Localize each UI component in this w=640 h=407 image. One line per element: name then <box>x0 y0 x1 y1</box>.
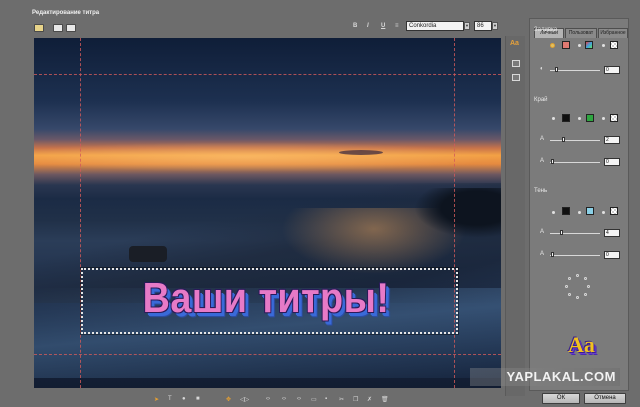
text-tool-icon[interactable]: T <box>168 396 172 402</box>
direction-dot[interactable] <box>576 296 579 299</box>
fill-opacity-value[interactable]: 0 <box>604 66 620 74</box>
justify-center-icon[interactable]: ‹› <box>282 396 286 402</box>
shadow-softness-slider[interactable] <box>550 255 600 256</box>
direction-dot[interactable] <box>584 277 587 280</box>
font-name-select[interactable]: Conkordia <box>406 21 464 31</box>
shadow-distance-icon: A <box>540 229 545 235</box>
edge-size-value[interactable]: 2 <box>604 136 620 144</box>
edge-softness-knob[interactable] <box>551 159 554 164</box>
fill-texture-radio[interactable] <box>602 44 605 47</box>
rocks <box>414 188 501 238</box>
image-icon[interactable] <box>512 74 520 81</box>
edge-size-slider[interactable] <box>550 140 600 141</box>
edge-gradient-radio[interactable] <box>578 117 581 120</box>
shadow-softness-value[interactable]: 0 <box>604 251 620 259</box>
edge-size-icon: A <box>540 136 545 142</box>
fill-gradient-swatch[interactable] <box>585 41 593 49</box>
direction-dot[interactable] <box>576 274 579 277</box>
underline-button[interactable]: U <box>381 23 385 29</box>
delete-icon[interactable]: 🗑 <box>381 396 389 403</box>
rock <box>129 246 167 262</box>
paste-icon[interactable]: ✗ <box>367 396 372 403</box>
bold-button[interactable]: B <box>353 23 357 29</box>
save-button[interactable] <box>53 24 63 32</box>
title-canvas[interactable]: Ваши титры! <box>34 38 501 388</box>
title-text[interactable]: Ваши титры! <box>104 274 428 322</box>
cut-icon[interactable]: ✂ <box>339 396 344 403</box>
fill-color-swatch[interactable] <box>562 41 570 49</box>
rectangle-tool-icon[interactable]: ■ <box>196 396 200 402</box>
justify-left-icon[interactable]: ‹› <box>266 396 270 402</box>
justify-right-icon[interactable]: ‹› <box>297 396 301 402</box>
shadow-distance-knob[interactable] <box>560 230 563 235</box>
edge-color-swatch[interactable] <box>562 114 570 122</box>
font-dropdown-chevron-icon[interactable]: ▼ <box>464 22 470 30</box>
edge-color-radio[interactable] <box>552 117 555 120</box>
sunset-glow <box>34 142 501 172</box>
shadow-texture-radio[interactable] <box>602 211 605 214</box>
shadow-gradient-radio[interactable] <box>578 211 581 214</box>
copy-icon[interactable]: ❐ <box>353 396 358 403</box>
direction-dot[interactable] <box>568 293 571 296</box>
safe-area-guide-bottom <box>34 354 501 355</box>
shadow-softness-icon: A <box>540 251 545 257</box>
opacity-icon: ◐ <box>540 66 544 72</box>
shadow-gradient-swatch[interactable] <box>586 207 594 215</box>
shadow-transparent-swatch[interactable] <box>610 207 618 215</box>
side-tool-column <box>505 36 525 396</box>
fill-section-label: Заливка <box>534 27 558 33</box>
size-dropdown-chevron-icon[interactable]: ▼ <box>492 22 498 30</box>
edge-softness-slider[interactable] <box>550 162 600 163</box>
edge-gradient-swatch[interactable] <box>586 114 594 122</box>
edge-texture-radio[interactable] <box>602 117 605 120</box>
shadow-direction-selector[interactable] <box>565 274 591 300</box>
direction-dot[interactable] <box>584 293 587 296</box>
tab-user[interactable]: Пользоват <box>565 28 597 38</box>
align-icon[interactable]: ◁▷ <box>240 396 249 403</box>
ok-button[interactable]: ОК <box>542 393 580 404</box>
fill-gradient-radio[interactable] <box>578 44 581 47</box>
open-folder-button[interactable] <box>34 24 44 32</box>
text-style-aa-icon[interactable]: Aa <box>510 40 519 47</box>
layer-order-icon[interactable]: ▭ <box>311 396 317 403</box>
direction-dot[interactable] <box>565 285 568 288</box>
edge-section-label: Край <box>534 97 548 103</box>
shadow-distance-value[interactable]: 4 <box>604 229 620 237</box>
fill-opacity-knob[interactable] <box>555 67 558 72</box>
cancel-button[interactable]: Отмена <box>584 393 626 404</box>
style-preview: Aa <box>568 332 595 357</box>
direction-dot[interactable] <box>587 285 590 288</box>
shadow-color-swatch[interactable] <box>562 207 570 215</box>
safe-area-guide-top <box>34 74 501 75</box>
italic-button[interactable]: I <box>367 23 369 29</box>
direction-dot[interactable] <box>568 277 571 280</box>
strike-button[interactable]: ≡ <box>395 23 399 29</box>
group-icon[interactable]: ▪ <box>325 396 327 402</box>
font-size-select[interactable]: 86 <box>474 21 492 31</box>
pointer-icon[interactable]: ➤ <box>154 396 159 403</box>
save-as-button[interactable] <box>66 24 76 32</box>
watermark: YAPLAKAL.COM <box>470 368 620 386</box>
ellipse-tool-icon[interactable]: ● <box>182 396 186 402</box>
move-icon[interactable]: ✥ <box>226 396 231 403</box>
shadow-section-label: Тень <box>534 188 548 194</box>
shadow-softness-knob[interactable] <box>551 252 554 257</box>
cloud <box>339 150 383 155</box>
safe-area-guide-right <box>454 38 455 388</box>
window-title: Редактирование титра <box>32 10 100 16</box>
edge-softness-value[interactable]: 0 <box>604 158 620 166</box>
box-icon[interactable] <box>512 60 520 67</box>
safe-area-guide-left <box>80 38 81 388</box>
fill-radio[interactable] <box>550 43 555 48</box>
edge-size-knob[interactable] <box>562 137 565 142</box>
edge-transparent-swatch[interactable] <box>610 114 618 122</box>
shadow-color-radio[interactable] <box>552 211 555 214</box>
fill-transparent-swatch[interactable] <box>610 41 618 49</box>
shadow-distance-slider[interactable] <box>550 233 600 234</box>
tab-favorites[interactable]: Избранное <box>598 28 628 38</box>
edge-softness-icon: A <box>540 158 545 164</box>
